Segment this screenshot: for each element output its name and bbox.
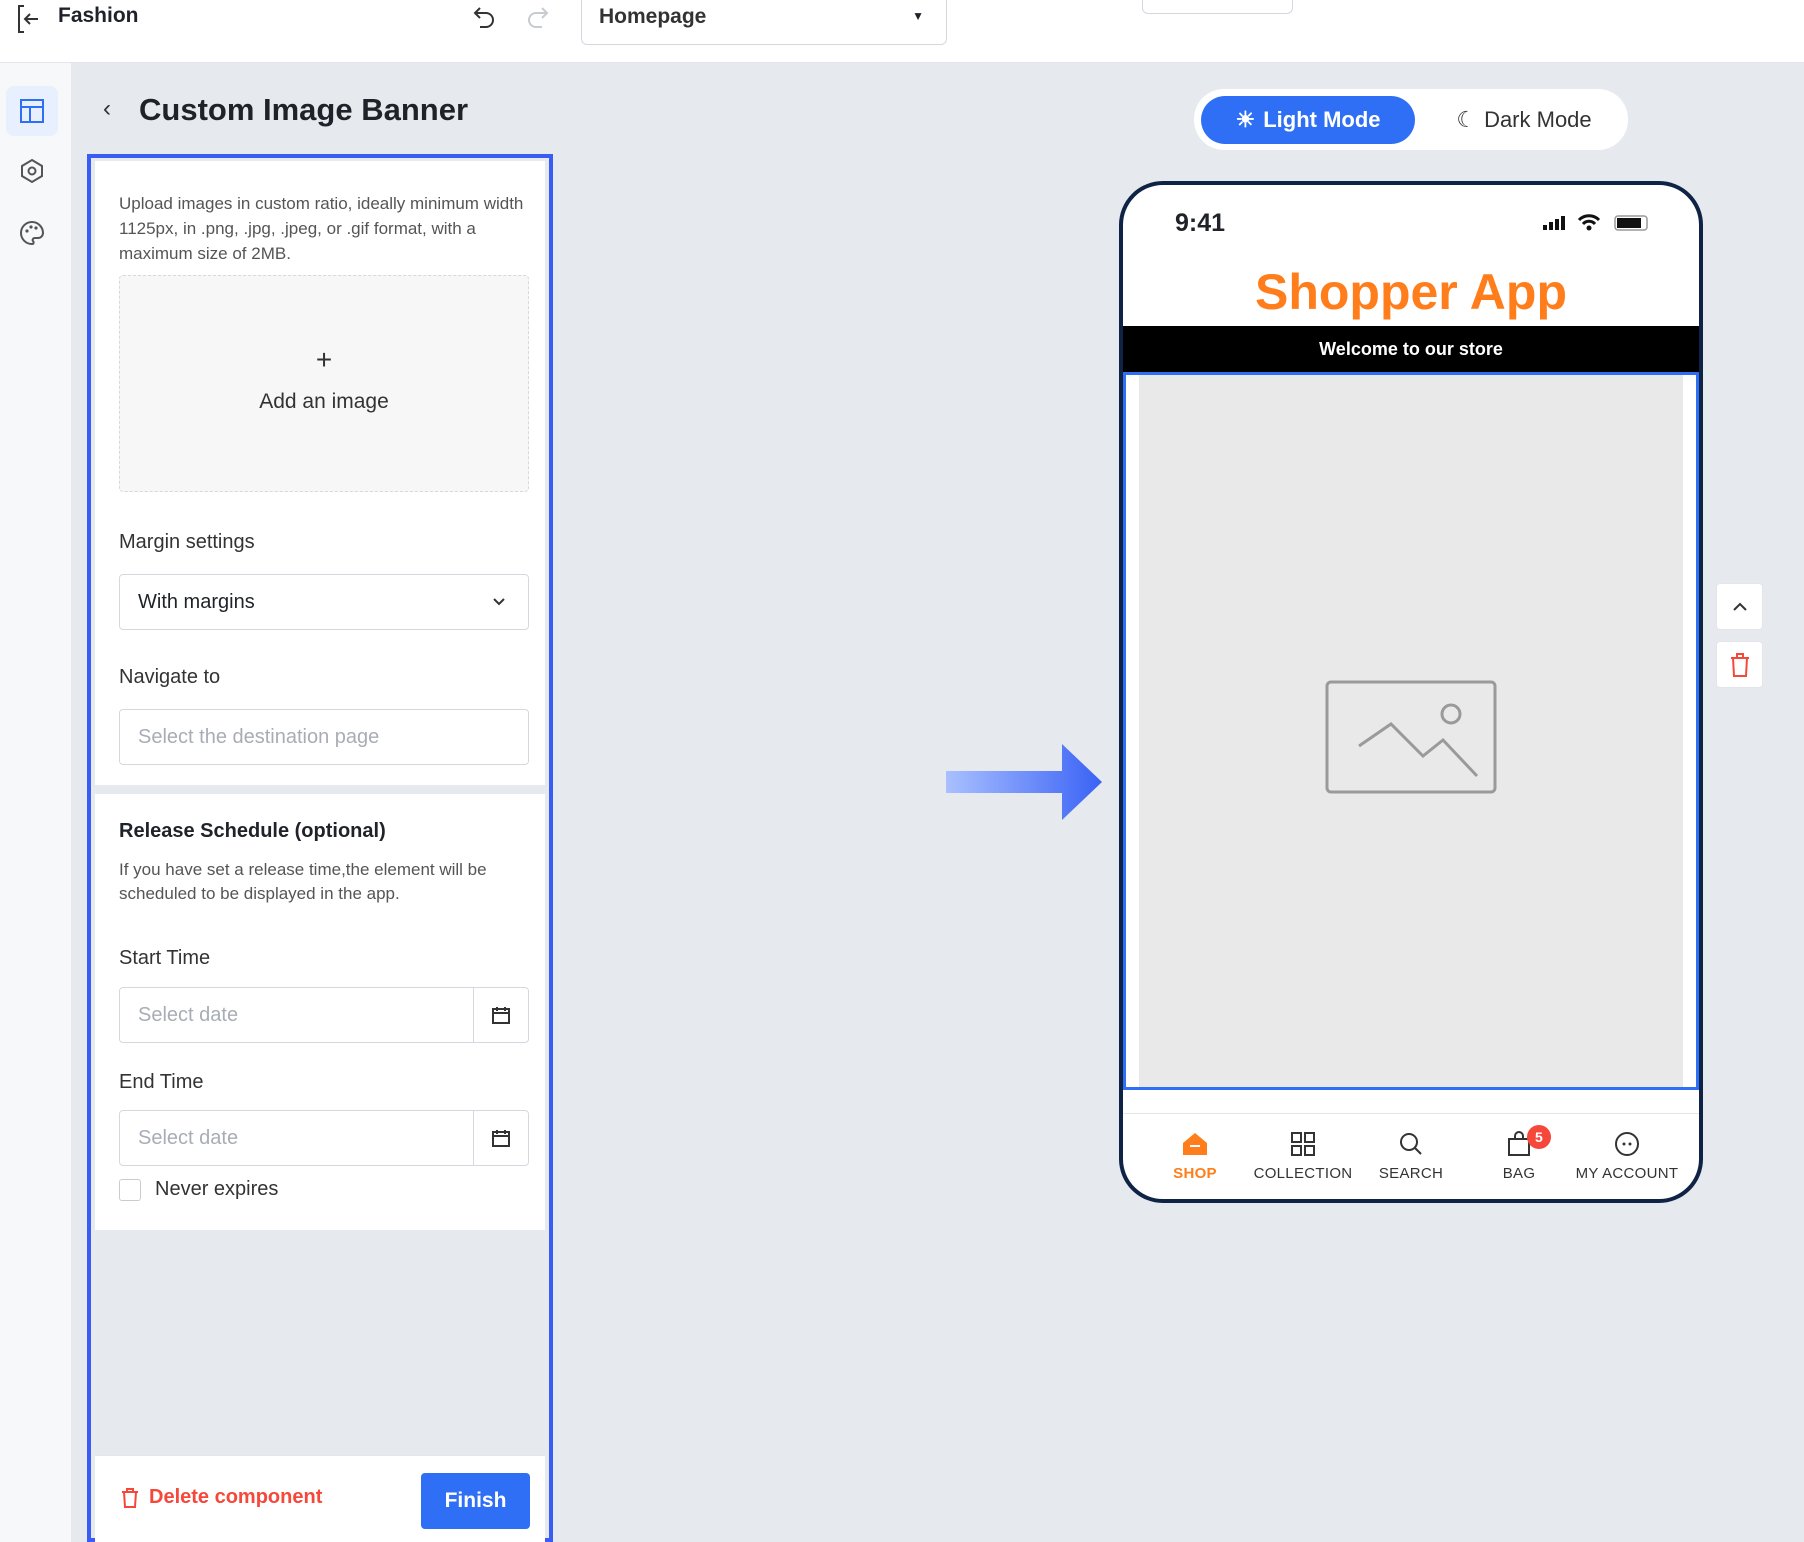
image-banner-selected[interactable] — [1123, 372, 1699, 1090]
page-select[interactable]: Homepage ▼ — [581, 0, 947, 45]
welcome-bar: Welcome to our store — [1123, 326, 1699, 372]
search-icon — [1400, 1133, 1422, 1155]
tab-collection[interactable]: COLLECTION — [1243, 1131, 1363, 1182]
app-title: Shopper App — [1254, 264, 1567, 320]
redo-icon[interactable] — [524, 4, 550, 30]
end-date-input[interactable]: Select date — [119, 1110, 529, 1166]
start-date-placeholder: Select date — [138, 1003, 239, 1026]
arrow-right-icon — [946, 744, 1102, 820]
tab-label: MY ACCOUNT — [1575, 1165, 1679, 1182]
end-time-label: End Time — [119, 1071, 204, 1093]
caret-down-icon: ▼ — [912, 9, 924, 23]
tab-my-account[interactable]: MY ACCOUNT — [1567, 1131, 1687, 1182]
device-select[interactable] — [1142, 0, 1293, 14]
undo-icon[interactable] — [472, 4, 498, 30]
delete-component-button[interactable]: Delete component — [121, 1486, 322, 1509]
bag-badge: 5 — [1527, 1125, 1551, 1149]
page-select-value: Homepage — [599, 5, 707, 28]
grid-icon — [1291, 1132, 1315, 1156]
trash-icon — [1730, 652, 1749, 677]
tab-label: SHOP — [1173, 1165, 1217, 1182]
add-image-label: Add an image — [259, 390, 389, 413]
release-title: Release Schedule (optional) — [119, 820, 386, 842]
trash-icon — [122, 1487, 138, 1508]
start-date-input[interactable]: Select date — [119, 987, 529, 1043]
light-mode-button[interactable]: ☀ Light Mode — [1201, 96, 1415, 144]
plus-icon: + — [315, 344, 333, 375]
calendar-icon — [492, 1007, 510, 1024]
margin-select-value: With margins — [138, 590, 255, 613]
panel-footer: Delete component Finish — [95, 1455, 545, 1542]
start-time-label: Start Time — [119, 947, 211, 969]
margin-select[interactable]: With margins — [119, 574, 529, 630]
tab-search[interactable]: SEARCH — [1351, 1131, 1471, 1182]
margin-settings-label: Margin settings — [119, 531, 255, 553]
dark-mode-label: Dark Mode — [1484, 107, 1592, 132]
calendar-icon — [492, 1130, 510, 1147]
start-calendar-button[interactable] — [473, 988, 528, 1042]
exit-icon[interactable] — [16, 4, 42, 34]
top-bar: Fashion Homepage ▼ — [0, 0, 1804, 63]
image-settings-card: Upload images in custom ratio, ideally m… — [95, 161, 545, 785]
tab-shop[interactable]: SHOP — [1135, 1131, 1255, 1182]
light-mode-label: Light Mode — [1263, 107, 1381, 132]
moon-icon: ☾ — [1456, 107, 1477, 132]
status-icons — [1543, 214, 1648, 231]
image-placeholder-icon — [1325, 680, 1497, 794]
status-time: 9:41 — [1175, 209, 1226, 237]
finish-button[interactable]: Finish — [421, 1473, 530, 1529]
navigate-placeholder: Select the destination page — [138, 725, 380, 748]
never-expires-label: Never expires — [155, 1178, 279, 1200]
tab-label: COLLECTION — [1253, 1165, 1353, 1182]
dark-mode-button[interactable]: ☾ Dark Mode — [1434, 96, 1614, 144]
settings-button[interactable] — [6, 146, 58, 196]
theme-button[interactable] — [6, 208, 58, 258]
tab-label: BAG — [1502, 1165, 1536, 1182]
phone-preview: 9:41 Shopper App Welcome to our store SH… — [1119, 181, 1703, 1203]
layout-button[interactable] — [6, 86, 58, 136]
release-schedule-card: Release Schedule (optional) If you have … — [95, 794, 545, 1230]
chevron-down-icon — [493, 598, 505, 606]
component-settings-panel: Upload images in custom ratio, ideally m… — [87, 154, 553, 1542]
delete-label: Delete component — [149, 1486, 323, 1508]
settings-icon — [21, 158, 43, 184]
end-date-placeholder: Select date — [138, 1126, 239, 1149]
home-icon — [1183, 1133, 1207, 1155]
account-icon — [1615, 1132, 1639, 1156]
sun-icon: ☀ — [1235, 107, 1256, 132]
palette-icon — [20, 220, 45, 246]
chevron-up-icon — [1732, 602, 1747, 611]
tab-label: SEARCH — [1378, 1165, 1444, 1182]
end-calendar-button[interactable] — [473, 1111, 528, 1165]
panel-title: Custom Image Banner — [139, 92, 469, 127]
never-expires-checkbox[interactable] — [119, 1179, 141, 1201]
upload-hint: Upload images in custom ratio, ideally m… — [119, 194, 524, 263]
mode-toggle: ☀ Light Mode ☾ Dark Mode — [1194, 89, 1628, 150]
back-chevron-icon[interactable]: ‹ — [103, 95, 111, 123]
image-upload-area[interactable]: + Add an image — [119, 275, 529, 492]
banner-placeholder — [1139, 375, 1683, 1087]
icon-rail — [0, 63, 71, 1542]
navigate-input[interactable]: Select the destination page — [119, 709, 529, 765]
app-name: Fashion — [58, 4, 139, 27]
release-description: If you have set a release time,the eleme… — [119, 860, 487, 903]
tab-bag[interactable]: BAG 5 — [1459, 1125, 1579, 1182]
layout-icon — [20, 99, 44, 123]
move-up-button[interactable] — [1716, 583, 1763, 630]
delete-button[interactable] — [1716, 641, 1763, 688]
navigate-label: Navigate to — [119, 666, 221, 688]
